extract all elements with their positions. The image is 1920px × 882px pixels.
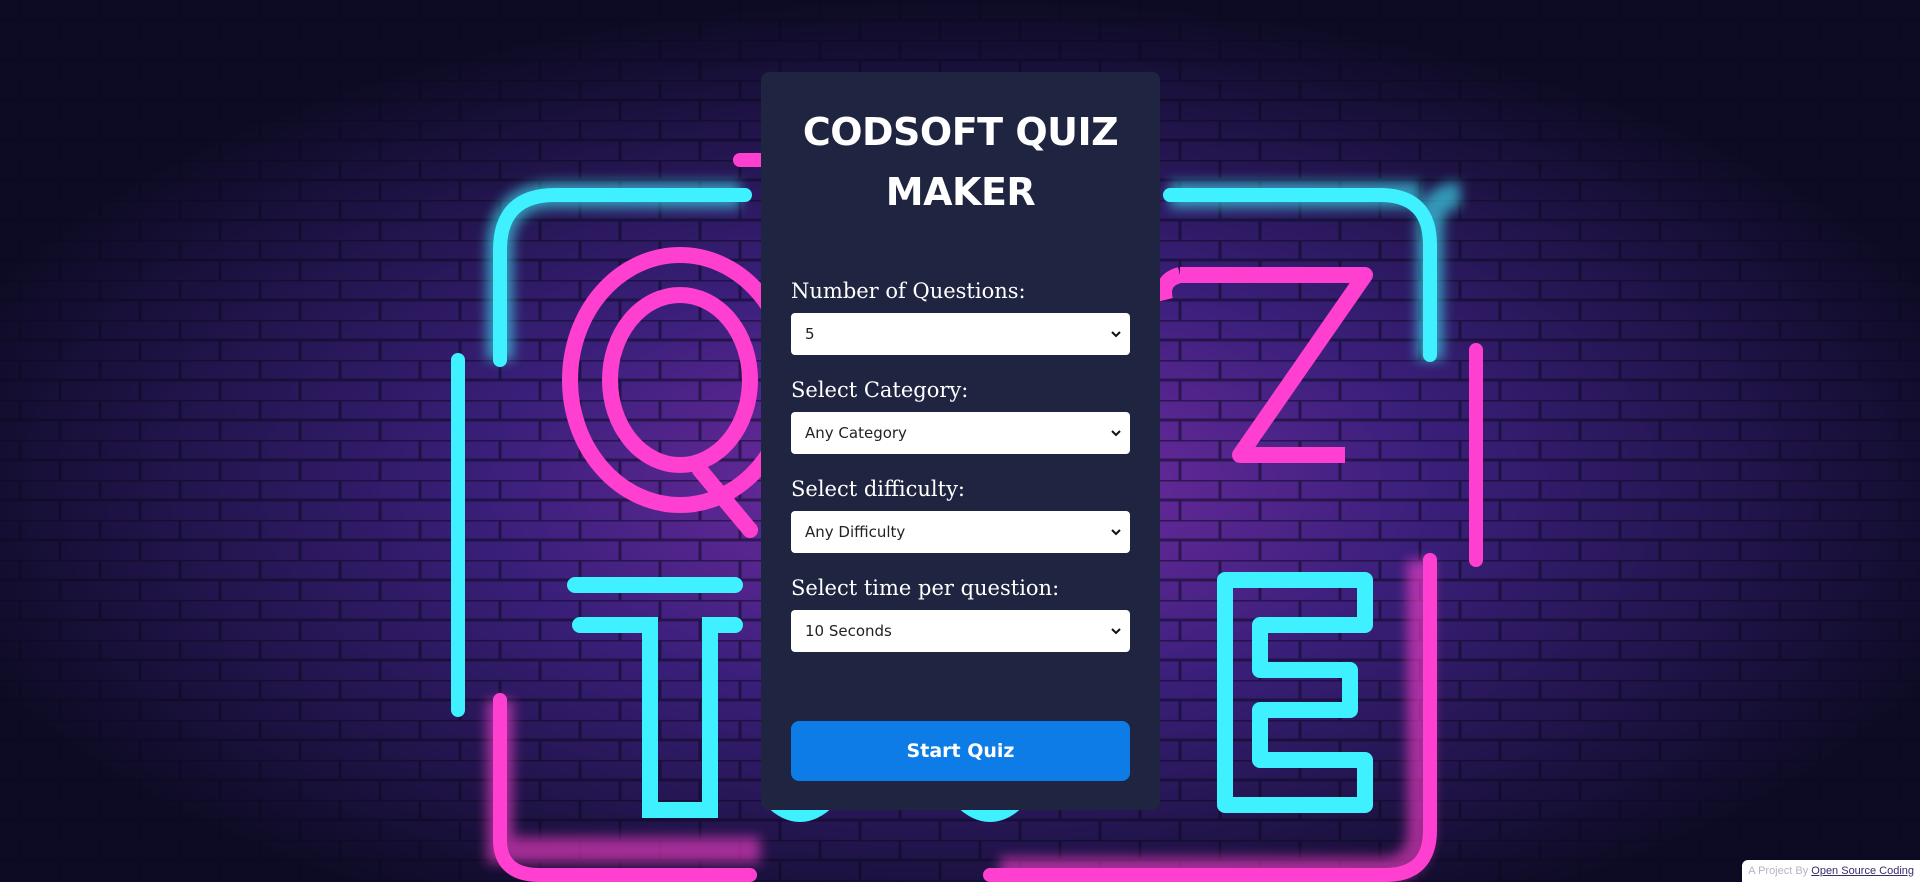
start-quiz-button[interactable]: Start Quiz <box>791 721 1130 781</box>
quiz-title: CODSOFT QUIZ MAKER <box>802 110 1119 214</box>
field-category: Select Category: Any Category <box>791 377 1130 454</box>
time-per-question-label: Select time per question: <box>791 576 1060 600</box>
field-number-of-questions: Number of Questions: 5 <box>791 278 1130 355</box>
quiz-settings-card: CODSOFT QUIZ MAKER Number of Questions: … <box>761 72 1160 810</box>
number-of-questions-select[interactable]: 5 <box>791 313 1130 355</box>
number-of-questions-label: Number of Questions: <box>791 279 1026 303</box>
chevron-down-icon <box>1110 313 1122 355</box>
difficulty-value: Any Difficulty <box>805 523 906 541</box>
category-label: Select Category: <box>791 378 969 402</box>
field-time-per-question: Select time per question: 10 Seconds <box>791 575 1130 652</box>
category-value: Any Category <box>805 424 907 442</box>
time-per-question-value: 10 Seconds <box>805 622 892 640</box>
chevron-down-icon <box>1110 610 1122 652</box>
field-difficulty: Select difficulty: Any Difficulty <box>791 476 1130 553</box>
chevron-down-icon <box>1110 511 1122 553</box>
difficulty-select[interactable]: Any Difficulty <box>791 511 1130 553</box>
difficulty-label: Select difficulty: <box>791 477 966 501</box>
project-credit: A Project By Open Source Coding <box>1742 860 1920 882</box>
time-per-question-select[interactable]: 10 Seconds <box>791 610 1130 652</box>
credit-prefix: A Project By <box>1748 865 1809 877</box>
credit-link[interactable]: Open Source Coding <box>1811 865 1914 877</box>
category-select[interactable]: Any Category <box>791 412 1130 454</box>
chevron-down-icon <box>1110 412 1122 454</box>
number-of-questions-value: 5 <box>805 325 815 343</box>
